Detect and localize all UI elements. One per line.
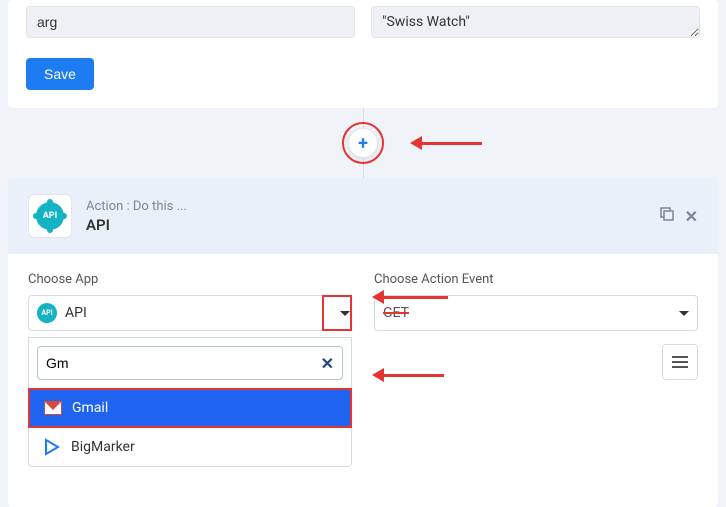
annotation-arrow <box>372 290 448 304</box>
choose-event-label: Choose Action Event <box>374 272 698 287</box>
choose-event-selected: GET <box>383 305 409 321</box>
action-card: API Action : Do this ... API ✕ Choose Ap… <box>8 178 718 507</box>
app-icon-box: API <box>28 194 72 238</box>
action-type-label: Action : Do this ... <box>86 199 659 214</box>
api-icon: API <box>36 202 64 230</box>
dropdown-item-gmail[interactable]: Gmail <box>28 388 352 428</box>
dropdown-item-label: Gmail <box>72 400 108 416</box>
choose-app-selected: API <box>65 305 87 321</box>
bigmarker-icon <box>43 438 61 456</box>
save-button[interactable]: Save <box>26 58 94 90</box>
chevron-down-icon <box>679 311 689 316</box>
annotation-box-caret <box>322 295 352 331</box>
add-step-button[interactable]: + <box>348 128 378 158</box>
choose-app-select[interactable]: API API <box>28 295 352 331</box>
hamburger-icon <box>672 356 688 368</box>
close-icon[interactable]: ✕ <box>685 207 698 226</box>
plus-icon: + <box>358 133 368 154</box>
dropdown-item-label: BigMarker <box>71 439 135 455</box>
api-icon: API <box>37 303 57 323</box>
dropdown-item-bigmarker[interactable]: BigMarker <box>29 428 351 466</box>
app-search-wrapper: ✕ <box>37 346 343 380</box>
form-card: "Swiss Watch" Save <box>8 0 718 108</box>
action-app-name: API <box>86 216 659 234</box>
add-step-zone: + <box>0 108 726 178</box>
header-actions: ✕ <box>659 206 698 226</box>
gmail-icon <box>44 401 62 415</box>
annotation-arrow <box>372 368 444 382</box>
field-row: "Swiss Watch" <box>26 0 700 38</box>
value-textarea[interactable]: "Swiss Watch" <box>371 6 700 38</box>
reorder-button[interactable] <box>662 344 698 380</box>
choose-app-label: Choose App <box>28 272 352 287</box>
app-search-input[interactable] <box>46 355 321 371</box>
arg-input[interactable] <box>26 6 355 38</box>
action-body: Choose App API API ✕ <box>8 254 718 507</box>
annotation-arrow <box>410 136 482 150</box>
chevron-down-icon <box>340 311 350 316</box>
choose-app-dropdown: ✕ Gmail BigMarker <box>28 337 352 467</box>
choose-app-column: Choose App API API ✕ <box>28 272 352 467</box>
clear-search-icon[interactable]: ✕ <box>321 354 334 373</box>
copy-icon[interactable] <box>659 206 675 226</box>
action-header-text: Action : Do this ... API <box>86 199 659 234</box>
action-header[interactable]: API Action : Do this ... API ✕ <box>8 178 718 254</box>
